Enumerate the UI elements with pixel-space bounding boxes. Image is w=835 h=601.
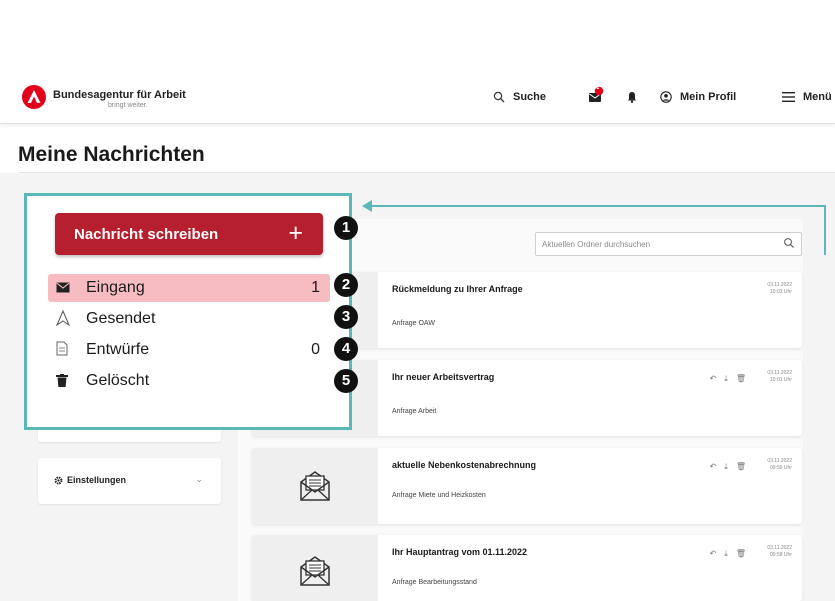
top-header: Bundesagentur für Arbeit bringt weiter. … (0, 72, 835, 124)
ba-logo-icon[interactable] (22, 85, 46, 109)
callout-badge: 4 (334, 337, 358, 361)
folder-count: 1 (311, 279, 320, 296)
settings-accordion[interactable]: Einstellungen ⌄ (38, 458, 221, 504)
hamburger-icon (782, 92, 795, 102)
folder-inbox[interactable]: Eingang 1 (48, 274, 330, 302)
message-item[interactable]: aktuelle Nebenkostenabrechnung Anfrage M… (252, 448, 802, 524)
folder-label: Eingang (86, 279, 145, 296)
callout-badge: 1 (334, 216, 358, 240)
reply-icon[interactable]: ↶ (710, 462, 717, 472)
message-subject: aktuelle Nebenkostenabrechnung (392, 460, 537, 470)
folder-sent[interactable]: Gesendet (48, 305, 330, 333)
folder-label: Entwürfe (86, 341, 150, 358)
folder-label: Gelöscht (86, 372, 150, 389)
folder-label: Gesendet (86, 310, 156, 327)
search-nav-button[interactable]: Suche (493, 91, 546, 103)
bell-icon (628, 92, 636, 103)
download-icon[interactable]: ⤓ (724, 549, 728, 559)
trash-icon[interactable]: 🗑 (736, 549, 746, 559)
menu-nav-button[interactable]: Menü (782, 91, 832, 103)
message-date: 03.11.2022 09:59 Uhr (767, 458, 792, 471)
messages-nav-button[interactable]: 1 (588, 85, 604, 107)
trash-icon[interactable]: 🗑 (736, 462, 746, 472)
folder-drafts[interactable]: Entwürfe 0 (48, 336, 330, 364)
trash-icon[interactable]: 🗑 (736, 374, 746, 384)
settings-label: Einstellungen (67, 475, 127, 485)
message-thumbnail (252, 535, 378, 601)
compose-message-button[interactable]: Nachricht schreiben + (55, 213, 323, 255)
callout-badge: 3 (334, 305, 358, 329)
message-preview: Anfrage OAW (392, 320, 435, 327)
annotation-arrow-line (370, 205, 826, 207)
folder-search-input[interactable]: Aktuellen Ordner durchsuchen (535, 232, 802, 256)
callout-badge: 2 (334, 273, 358, 297)
download-icon[interactable]: ⤓ (724, 462, 728, 472)
callout-badge: 5 (334, 369, 358, 393)
envelope-letter-icon (300, 471, 330, 501)
annotation-arrow-line (824, 205, 826, 255)
brand-name[interactable]: Bundesagentur für Arbeit (53, 89, 186, 101)
brand-tagline: bringt weiter. (108, 102, 148, 109)
gear-icon (54, 476, 63, 484)
message-subject: Ihr neuer Arbeitsvertrag (392, 372, 495, 382)
search-nav-label: Suche (513, 91, 547, 103)
user-circle-icon (660, 91, 672, 103)
search-icon[interactable] (783, 237, 795, 249)
envelope-icon (56, 282, 70, 293)
search-icon (493, 91, 505, 103)
document-icon (56, 341, 68, 356)
folder-count: 0 (311, 341, 320, 358)
chevron-down-icon: ⌄ (195, 474, 203, 484)
paper-plane-icon (56, 310, 70, 326)
message-badge: 1 (596, 85, 600, 91)
plus-icon: + (288, 219, 303, 247)
message-item[interactable]: Ihr Hauptantrag vom 01.11.2022 Anfrage B… (252, 535, 802, 601)
reply-icon[interactable]: ↶ (710, 549, 717, 559)
message-preview: Anfrage Bearbeitungsstand (392, 579, 477, 586)
trash-icon (56, 374, 68, 387)
page-title: Meine Nachrichten (18, 143, 205, 166)
folder-search-placeholder: Aktuellen Ordner durchsuchen (542, 240, 651, 249)
profile-nav-button[interactable]: Mein Profil (660, 91, 736, 103)
message-thumbnail (252, 448, 378, 524)
message-subject: Rückmeldung zu Ihrer Anfrage (392, 284, 523, 294)
envelope-icon: 1 (588, 85, 604, 107)
message-date: 03.11.2022 10:03 Uhr (767, 282, 792, 295)
message-preview: Anfrage Arbeit (392, 408, 437, 415)
message-subject: Ihr Hauptantrag vom 01.11.2022 (392, 547, 528, 557)
reply-icon[interactable]: ↶ (710, 374, 717, 384)
annotation-arrow-head (362, 200, 372, 212)
profile-nav-label: Mein Profil (680, 91, 737, 103)
envelope-letter-icon (300, 556, 330, 586)
message-date: 03.11.2022 09:58 Uhr (767, 545, 792, 558)
notifications-button[interactable] (627, 91, 637, 103)
download-icon[interactable]: ⤓ (724, 374, 728, 384)
compose-message-label: Nachricht schreiben (74, 226, 219, 243)
menu-nav-label: Menü (803, 91, 832, 103)
message-preview: Anfrage Miete und Heizkosten (392, 492, 486, 499)
message-date: 03.11.2022 10:01 Uhr (767, 370, 792, 383)
folder-deleted[interactable]: Gelöscht (48, 367, 330, 395)
